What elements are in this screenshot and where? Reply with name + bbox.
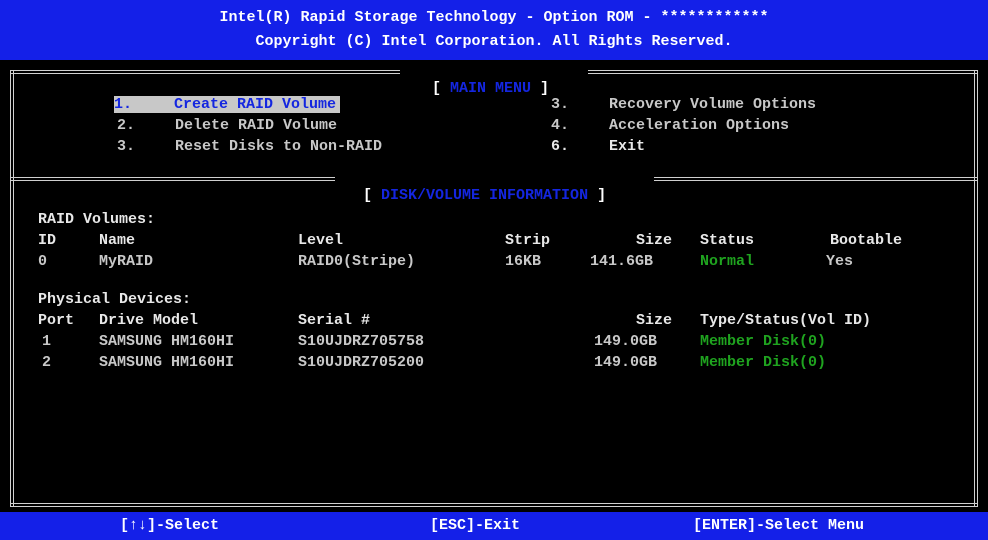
main-menu-border-left xyxy=(10,70,400,74)
device-model: SAMSUNG HM160HI xyxy=(99,354,235,371)
volume-id: 0 xyxy=(38,253,48,270)
frame-left-border xyxy=(10,70,14,507)
main-menu-title-text: MAIN MENU xyxy=(450,80,532,97)
device-port: 2 xyxy=(42,354,52,371)
menu-item-recovery-volume-num[interactable]: 3. xyxy=(551,96,569,113)
device-type-status: Member Disk(0) xyxy=(700,333,827,350)
col-header-id: ID xyxy=(38,232,57,249)
col-header-level: Level xyxy=(298,232,344,249)
menu-item-recovery-volume[interactable]: Recovery Volume Options xyxy=(609,96,816,113)
disk-info-title: [ DISK/VOLUME INFORMATION ] xyxy=(345,170,606,204)
col-header-serial: Serial # xyxy=(298,312,371,329)
col-header-drive-model: Drive Model xyxy=(99,312,199,329)
menu-item-delete-raid-volume[interactable]: Delete RAID Volume xyxy=(175,117,337,134)
bracket-left: [ xyxy=(432,80,451,97)
volume-level: RAID0(Stripe) xyxy=(298,253,416,270)
header-title: Intel(R) Rapid Storage Technology - Opti… xyxy=(219,9,769,26)
frame-bottom-border xyxy=(10,503,978,507)
title-bar: Intel(R) Rapid Storage Technology - Opti… xyxy=(0,0,988,60)
hint-enter: [ENTER]-Select Menu xyxy=(693,517,865,534)
menu-item-reset-disks-num[interactable]: 3. xyxy=(117,138,135,155)
disk-info-border-left xyxy=(10,177,335,181)
menu-item-exit[interactable]: Exit xyxy=(609,138,645,155)
device-serial: S10UJDRZ705758 xyxy=(298,333,425,350)
raid-volumes-label: RAID Volumes: xyxy=(38,211,156,228)
col-header-name: Name xyxy=(99,232,136,249)
bracket-left: [ xyxy=(363,187,382,204)
frame-right-border xyxy=(974,70,978,507)
volume-status: Normal xyxy=(700,253,755,270)
menu-item-exit-num[interactable]: 6. xyxy=(551,138,569,155)
col-header-port: Port xyxy=(38,312,75,329)
col-header-status: Status xyxy=(700,232,755,249)
menu-item-acceleration[interactable]: Acceleration Options xyxy=(609,117,789,134)
device-size: 149.0GB xyxy=(594,333,658,350)
status-bar: [↑↓]-Select [ESC]-Exit [ENTER]-Select Me… xyxy=(0,512,988,540)
bracket-right: ] xyxy=(531,80,550,97)
volume-bootable: Yes xyxy=(826,253,854,270)
disk-info-border-right xyxy=(654,177,978,181)
menu-item-create-raid-volume-num[interactable]: 1. xyxy=(114,96,160,113)
col-header-bootable: Bootable xyxy=(830,232,903,249)
main-menu-title: [ MAIN MENU ] xyxy=(414,63,549,97)
device-type-status: Member Disk(0) xyxy=(700,354,827,371)
device-model: SAMSUNG HM160HI xyxy=(99,333,235,350)
header-copyright: Copyright (C) Intel Corporation. All Rig… xyxy=(255,33,733,50)
disk-info-title-text: DISK/VOLUME INFORMATION xyxy=(381,187,589,204)
menu-item-reset-disks[interactable]: Reset Disks to Non-RAID xyxy=(175,138,382,155)
col-header-device-size: Size xyxy=(636,312,673,329)
device-size: 149.0GB xyxy=(594,354,658,371)
physical-devices-label: Physical Devices: xyxy=(38,291,192,308)
hint-exit: [ESC]-Exit xyxy=(430,517,521,534)
volume-strip: 16KB xyxy=(505,253,542,270)
menu-item-acceleration-num[interactable]: 4. xyxy=(551,117,569,134)
device-serial: S10UJDRZ705200 xyxy=(298,354,425,371)
bracket-right: ] xyxy=(588,187,607,204)
col-header-size: Size xyxy=(636,232,673,249)
hint-select: [↑↓]-Select xyxy=(120,517,220,534)
menu-item-create-raid-volume[interactable]: Create RAID Volume xyxy=(160,96,341,113)
main-menu-border-right xyxy=(588,70,978,74)
col-header-strip: Strip xyxy=(505,232,551,249)
col-header-type-status: Type/Status(Vol ID) xyxy=(700,312,872,329)
menu-item-delete-raid-volume-num[interactable]: 2. xyxy=(117,117,135,134)
volume-name: MyRAID xyxy=(99,253,154,270)
device-port: 1 xyxy=(42,333,52,350)
volume-size: 141.6GB xyxy=(590,253,654,270)
